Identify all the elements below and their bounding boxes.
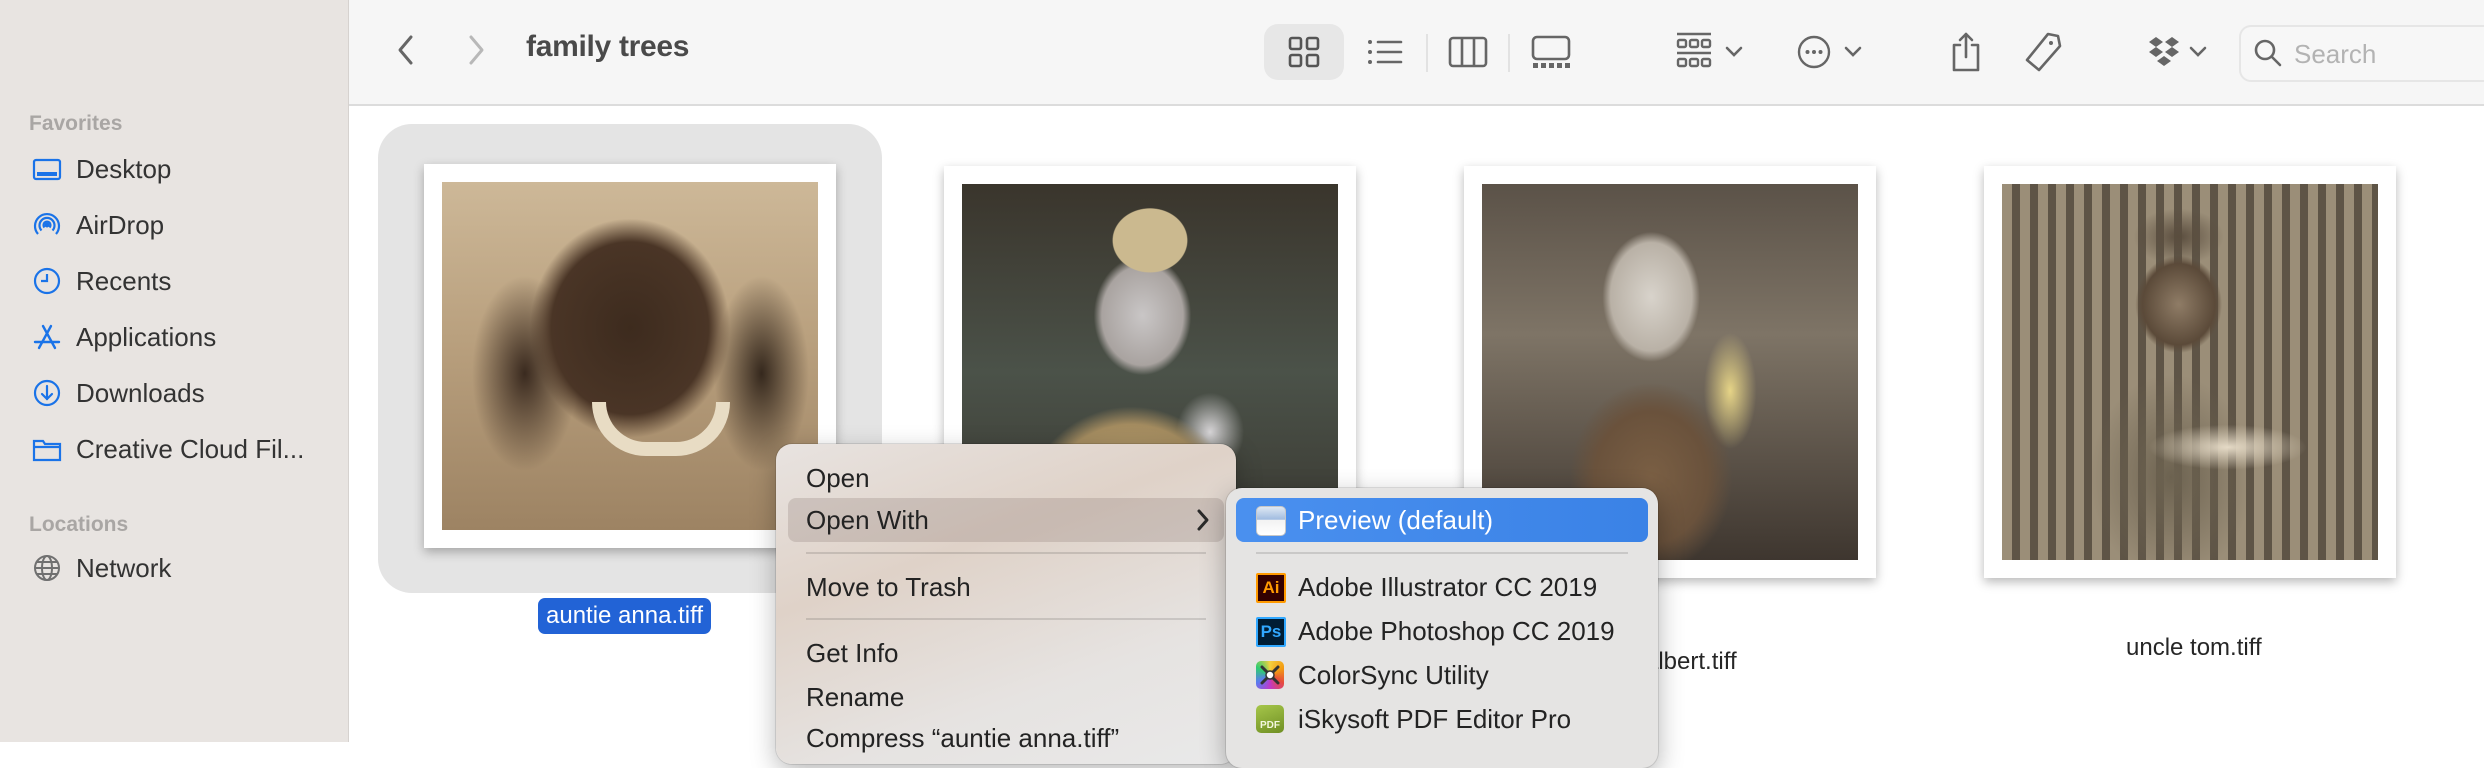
sidebar-heading-favorites: Favorites	[29, 112, 123, 135]
sidebar-item-desktop[interactable]: Desktop	[0, 144, 348, 194]
sidebar-item-label: Applications	[76, 321, 217, 352]
menu-separator	[806, 618, 1206, 620]
sidebar-item-label: Desktop	[76, 153, 172, 184]
clock-icon	[30, 264, 64, 298]
folder-icon	[30, 432, 64, 466]
open-with-submenu: Preview (default) Ai Adobe Illustrator C…	[1226, 488, 1658, 768]
preview-app-icon	[1256, 506, 1286, 536]
illustrator-app-icon: Ai	[1256, 573, 1286, 603]
search-placeholder: Search	[2294, 39, 2377, 69]
column-view-button[interactable]	[1445, 24, 1491, 80]
dropbox-icon	[2149, 37, 2179, 66]
file-name-label[interactable]: albert.tiff	[1645, 648, 1737, 676]
search-icon	[2254, 39, 2282, 67]
menu-separator	[1256, 552, 1628, 554]
sidebar-item-creative-cloud-files[interactable]: Creative Cloud Fil...	[0, 424, 348, 474]
menu-item-label: Open With	[806, 505, 929, 535]
submenu-item-colorsync[interactable]: ColorSync Utility	[1236, 653, 1648, 697]
menu-item-label: Rename	[806, 682, 905, 712]
sidebar: Favorites Desktop AirDrop Recents Applic…	[0, 0, 349, 742]
gallery-view-button[interactable]	[1525, 24, 1577, 80]
sidebar-item-label: AirDrop	[76, 209, 165, 240]
menu-item-get-info[interactable]: Get Info	[788, 631, 1224, 675]
chevron-down-icon	[2189, 46, 2207, 57]
menu-item-move-to-trash[interactable]: Move to Trash	[788, 565, 1224, 609]
list-icon	[1368, 40, 1403, 64]
gallery-icon	[1531, 35, 1571, 68]
list-view-button[interactable]	[1362, 24, 1408, 80]
photo-uncle-tom	[2002, 184, 2378, 560]
sidebar-item-label: Downloads	[76, 377, 205, 408]
back-button[interactable]	[385, 30, 425, 70]
chevron-right-icon	[469, 35, 484, 65]
columns-icon	[1448, 36, 1488, 68]
submenu-item-illustrator[interactable]: Ai Adobe Illustrator CC 2019	[1236, 565, 1648, 609]
submenu-item-photoshop[interactable]: Ps Adobe Photoshop CC 2019	[1236, 609, 1648, 653]
file-name-label[interactable]: uncle tom.tiff	[2126, 634, 2262, 662]
menu-item-label: Open	[806, 463, 870, 493]
sidebar-item-label: Recents	[76, 265, 172, 296]
menu-item-label: Compress “auntie anna.tiff”	[806, 723, 1120, 753]
share-button[interactable]	[1944, 24, 1988, 80]
airdrop-icon	[30, 208, 64, 242]
forward-button[interactable]	[457, 30, 497, 70]
chevron-down-icon	[1844, 46, 1862, 57]
globe-icon	[30, 551, 64, 585]
chevron-left-icon	[398, 35, 413, 65]
toolbar-divider	[1508, 34, 1510, 72]
file-name-label[interactable]: auntie anna.tiff	[538, 598, 712, 634]
colorsync-app-icon	[1256, 661, 1284, 689]
group-by-button[interactable]	[1669, 24, 1749, 80]
sidebar-item-label: Creative Cloud Fil...	[76, 433, 305, 464]
photoshop-app-icon: Ps	[1256, 617, 1286, 647]
menu-item-label: Get Info	[806, 638, 899, 668]
tag-button[interactable]	[2021, 24, 2065, 80]
submenu-item-preview[interactable]: Preview (default)	[1236, 498, 1648, 542]
sidebar-item-downloads[interactable]: Downloads	[0, 368, 348, 418]
menu-item-rename[interactable]: Rename	[788, 675, 1224, 719]
icon-view-button[interactable]	[1264, 24, 1344, 80]
share-icon	[1952, 32, 1980, 72]
grid-icon	[1288, 36, 1320, 68]
menu-item-open-with[interactable]: Open With	[788, 498, 1224, 542]
submenu-item-label: iSkysoft PDF Editor Pro	[1298, 704, 1572, 734]
submenu-item-label: Preview (default)	[1298, 505, 1494, 535]
sidebar-item-network[interactable]: Network	[0, 543, 348, 593]
more-actions-button[interactable]	[1789, 24, 1869, 80]
sidebar-item-recents[interactable]: Recents	[0, 256, 348, 306]
sidebar-item-applications[interactable]: Applications	[0, 312, 348, 362]
file-thumbnail[interactable]	[1984, 166, 2396, 578]
group-icon	[1676, 32, 1712, 68]
download-icon	[30, 376, 64, 410]
tag-icon	[2025, 32, 2062, 72]
photo-auntie-anna	[442, 182, 818, 530]
context-menu: Open Open With Move to Trash Get Info Re…	[776, 444, 1236, 764]
sidebar-heading-locations: Locations	[29, 513, 129, 536]
sidebar-item-label: Network	[76, 552, 172, 583]
iskysoft-app-icon: PDF	[1256, 705, 1284, 733]
submenu-item-label: Adobe Photoshop CC 2019	[1298, 616, 1615, 646]
chevron-down-icon	[1725, 46, 1743, 57]
applications-icon	[30, 320, 64, 354]
menu-item-compress[interactable]: Compress “auntie anna.tiff”	[788, 716, 1224, 760]
chevron-right-icon	[1197, 509, 1209, 531]
menu-item-open[interactable]: Open	[788, 456, 1224, 500]
window-title: family trees	[526, 30, 690, 63]
submenu-item-label: ColorSync Utility	[1298, 660, 1489, 690]
search-field[interactable]: Search	[2239, 25, 2484, 82]
toolbar-divider	[1426, 34, 1428, 72]
submenu-item-label: Adobe Illustrator CC 2019	[1298, 572, 1598, 602]
menu-separator	[806, 552, 1206, 554]
desktop-icon	[30, 152, 64, 186]
toolbar: family trees Search	[349, 0, 2484, 106]
submenu-item-iskysoft[interactable]: PDF iSkysoft PDF Editor Pro	[1236, 697, 1648, 741]
menu-item-label: Move to Trash	[806, 572, 971, 602]
dropbox-button[interactable]	[2141, 24, 2213, 80]
ellipsis-icon	[1797, 35, 1831, 69]
file-thumbnail[interactable]	[424, 164, 836, 548]
sidebar-item-airdrop[interactable]: AirDrop	[0, 200, 348, 250]
